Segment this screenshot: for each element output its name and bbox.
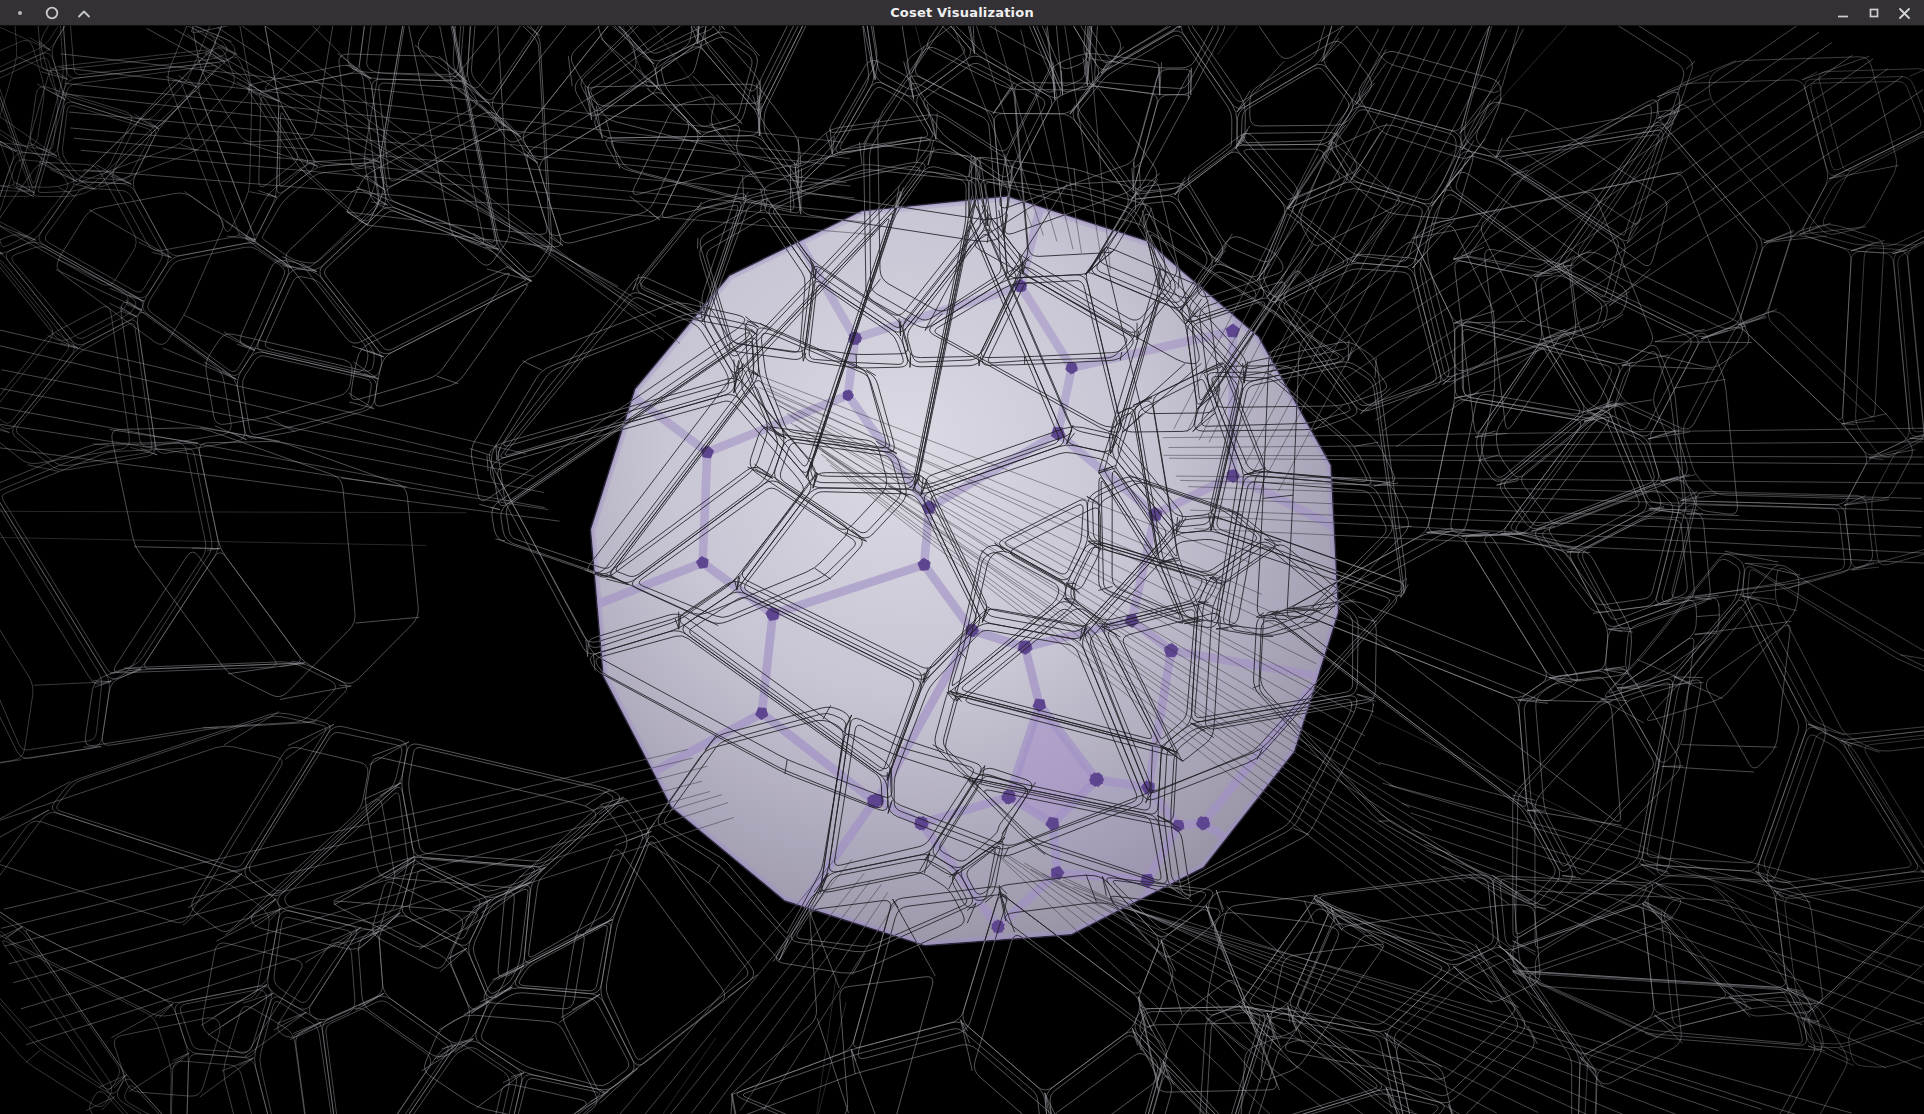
viewport-3d[interactable]	[0, 26, 1924, 1114]
titlebar-right-controls	[1827, 0, 1920, 26]
window-title: Coset Visualization	[0, 5, 1924, 20]
minimize-button[interactable]	[1827, 0, 1858, 26]
titlebar: Coset Visualization	[0, 0, 1924, 26]
close-button[interactable]	[1889, 0, 1920, 26]
maximize-button[interactable]	[1858, 0, 1889, 26]
